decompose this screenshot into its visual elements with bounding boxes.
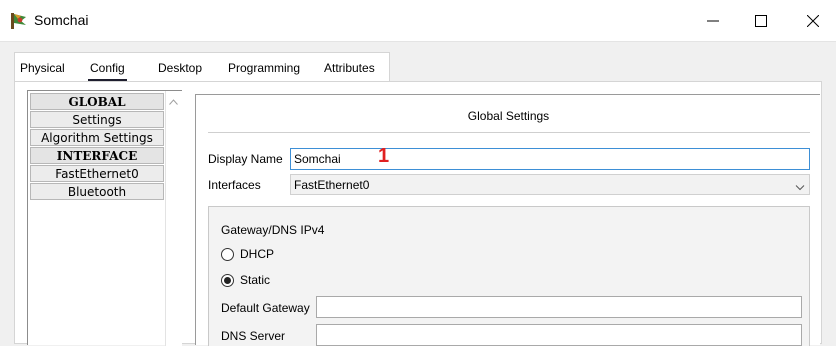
scroll-up-arrow-icon[interactable] <box>169 94 178 108</box>
tab-desktop[interactable]: Desktop <box>158 61 202 75</box>
dns-server-input[interactable] <box>316 324 802 346</box>
dhcp-radio[interactable] <box>221 247 234 261</box>
global-settings-panel: Global Settings Display Name 1 Interface… <box>195 94 820 346</box>
annotation-number: 1 <box>378 145 390 167</box>
interfaces-select[interactable]: FastEthernet0 <box>290 174 810 195</box>
config-content: GLOBAL Settings Algorithm Settings INTER… <box>14 81 822 346</box>
minimize-button[interactable] <box>690 0 736 42</box>
window-title: Somchai <box>34 12 89 28</box>
tab-config[interactable]: Config <box>88 61 127 82</box>
interfaces-label: Interfaces <box>208 178 261 192</box>
nav-header-interface: INTERFACE <box>30 147 164 164</box>
tab-physical[interactable]: Physical <box>20 61 65 75</box>
packet-tracer-pc-icon <box>9 11 29 31</box>
static-label: Static <box>240 273 271 287</box>
dhcp-label: DHCP <box>240 247 275 261</box>
nav-header-global: GLOBAL <box>30 93 164 110</box>
nav-scrollbar[interactable] <box>165 91 182 346</box>
maximize-button[interactable] <box>738 0 784 42</box>
display-name-label: Display Name <box>208 152 283 166</box>
default-gateway-input[interactable] <box>316 296 802 318</box>
minimize-icon <box>707 20 719 22</box>
tab-attributes[interactable]: Attributes <box>324 61 375 75</box>
divider <box>208 132 810 133</box>
static-radio[interactable] <box>221 273 234 287</box>
gateway-dns-title: Gateway/DNS IPv4 <box>221 223 325 237</box>
nav-item-algorithm-settings[interactable]: Algorithm Settings <box>30 129 164 146</box>
default-gateway-label: Default Gateway <box>221 301 310 315</box>
chevron-down-icon[interactable] <box>795 180 805 194</box>
close-button[interactable] <box>790 0 836 42</box>
nav-item-settings[interactable]: Settings <box>30 111 164 128</box>
gateway-dns-group: Gateway/DNS IPv4 DHCP Static Default Gat… <box>208 206 810 346</box>
tab-strip: Physical Config Desktop Programming Attr… <box>14 52 390 82</box>
maximize-icon <box>755 15 767 27</box>
nav-item-bluetooth[interactable]: Bluetooth <box>30 183 164 200</box>
config-nav: GLOBAL Settings Algorithm Settings INTER… <box>27 90 182 346</box>
dns-server-label: DNS Server <box>221 329 286 343</box>
title-bar: Somchai <box>0 0 836 42</box>
display-name-input[interactable] <box>290 148 810 170</box>
interfaces-selected-value: FastEthernet0 <box>294 178 370 192</box>
nav-item-fastethernet0[interactable]: FastEthernet0 <box>30 165 164 182</box>
static-option[interactable]: Static <box>221 273 270 287</box>
dhcp-option[interactable]: DHCP <box>221 247 274 261</box>
tab-programming[interactable]: Programming <box>228 61 300 75</box>
panel-title: Global Settings <box>467 109 550 123</box>
close-icon <box>807 15 819 27</box>
